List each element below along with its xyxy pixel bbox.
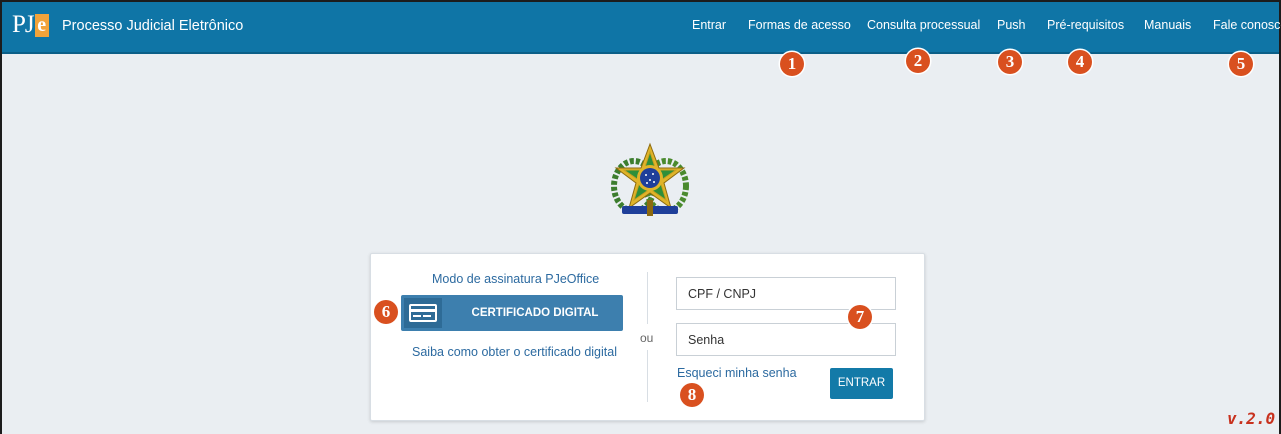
or-separator: ou [640,331,654,345]
nav-manuais[interactable]: Manuais [1144,18,1191,38]
submit-button[interactable]: ENTRAR [830,368,893,399]
brazil-coat-of-arms-icon [611,142,689,216]
nav-pre-requisitos[interactable]: Pré-requisitos [1047,18,1124,38]
page-frame: PJ e Processo Judicial Eletrônico Entrar… [0,0,1281,434]
logo-e-box: e [34,13,49,37]
nav-push[interactable]: Push [997,18,1026,38]
nav-consulta-processual[interactable]: Consulta processual [867,18,980,38]
app-title: Processo Judicial Eletrônico [62,18,244,34]
signature-mode-link[interactable]: Modo de assinatura PJeOffice [432,272,599,286]
annotation-badge-4: 4 [1068,50,1092,74]
annotation-badge-6: 6 [374,300,398,324]
version-label: v.2.0 [1227,409,1276,428]
credit-card-icon [404,298,442,328]
vertical-divider-bottom [647,350,648,402]
certificate-help-link[interactable]: Saiba como obter o certificado digital [412,345,617,359]
annotation-badge-8: 8 [680,383,704,407]
annotation-badge-7: 7 [848,305,872,329]
annotation-badge-1: 1 [780,52,804,76]
vertical-divider-top [647,272,648,324]
nav-entrar[interactable]: Entrar [692,18,726,38]
certificate-button[interactable]: CERTIFICADO DIGITAL [401,295,623,331]
nav-fale-conosco[interactable]: Fale conosco [1213,18,1281,38]
annotation-badge-3: 3 [998,50,1022,74]
top-navbar: PJ e Processo Judicial Eletrônico Entrar… [2,2,1281,54]
forgot-password-link[interactable]: Esqueci minha senha [677,366,797,380]
certificate-button-label: CERTIFICADO DIGITAL [471,307,599,319]
pje-logo[interactable]: PJ e [12,12,49,38]
annotation-badge-5: 5 [1229,52,1253,76]
nav-formas-de-acesso[interactable]: Formas de acesso [748,18,851,38]
logo-pj-text: PJ [12,11,35,38]
annotation-badge-2: 2 [906,49,930,73]
